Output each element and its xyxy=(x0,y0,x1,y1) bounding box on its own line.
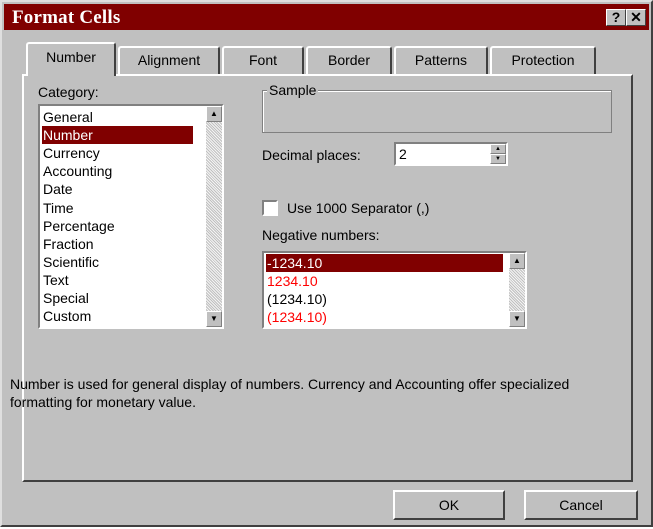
category-item[interactable]: General xyxy=(42,108,193,126)
category-item[interactable]: Currency xyxy=(42,144,193,162)
negative-number-option[interactable]: 1234.10 xyxy=(266,272,503,290)
scroll-up-arrow-icon[interactable]: ▲ xyxy=(509,253,525,269)
use-separator-label[interactable]: Use 1000 Separator (,) xyxy=(287,200,429,216)
negative-numbers-label: Negative numbers: xyxy=(262,227,380,243)
category-item[interactable]: Custom xyxy=(42,307,193,325)
category-listbox[interactable]: General Number Currency Accounting Date Time P… xyxy=(38,104,224,329)
scroll-up-arrow-icon[interactable]: ▲ xyxy=(206,106,222,122)
scroll-down-arrow-icon[interactable]: ▼ xyxy=(509,311,525,327)
negative-number-option[interactable]: (1234.10) xyxy=(266,290,503,308)
panel-content: Category: General Number Currency Accountin… xyxy=(2,2,653,529)
category-item[interactable]: Accounting xyxy=(42,162,193,180)
category-scrollbar[interactable]: ▲ ▼ xyxy=(206,106,222,327)
category-item[interactable]: Date xyxy=(42,180,193,198)
category-item[interactable]: Text xyxy=(42,271,193,289)
category-item[interactable]: Scientific xyxy=(42,253,193,271)
category-item[interactable]: Time xyxy=(42,199,193,217)
category-label: Category: xyxy=(38,84,99,100)
decimal-places-value: 2 xyxy=(399,146,407,162)
category-item[interactable]: Fraction xyxy=(42,235,193,253)
spin-buttons: ▲ ▼ xyxy=(490,144,506,164)
category-item[interactable]: Percentage xyxy=(42,217,193,235)
negative-number-option[interactable]: (1234.10) xyxy=(266,308,503,326)
negative-numbers-listbox[interactable]: -1234.10 1234.10 (1234.10) (1234.10) ▲ ▼ xyxy=(262,251,527,329)
cancel-button[interactable]: Cancel xyxy=(524,490,638,520)
spin-up-icon[interactable]: ▲ xyxy=(490,144,506,154)
scroll-down-arrow-icon[interactable]: ▼ xyxy=(206,311,222,327)
format-cells-dialog: Format Cells ? ✕ Number Alignment Font B… xyxy=(0,0,653,527)
negative-number-option[interactable]: -1234.10 xyxy=(266,254,503,272)
sample-label: Sample xyxy=(267,82,319,98)
category-item[interactable]: Special xyxy=(42,289,193,307)
use-separator-checkbox[interactable] xyxy=(262,200,278,216)
format-description: Number is used for general display of nu… xyxy=(10,376,570,410)
decimal-places-label: Decimal places: xyxy=(262,147,361,163)
ok-button[interactable]: OK xyxy=(393,490,505,520)
decimal-places-spinner[interactable]: 2 ▲ ▼ xyxy=(394,142,508,166)
category-item[interactable]: Number xyxy=(42,126,193,145)
negative-numbers-scrollbar[interactable]: ▲ ▼ xyxy=(509,253,525,327)
spin-down-icon[interactable]: ▼ xyxy=(490,154,506,164)
